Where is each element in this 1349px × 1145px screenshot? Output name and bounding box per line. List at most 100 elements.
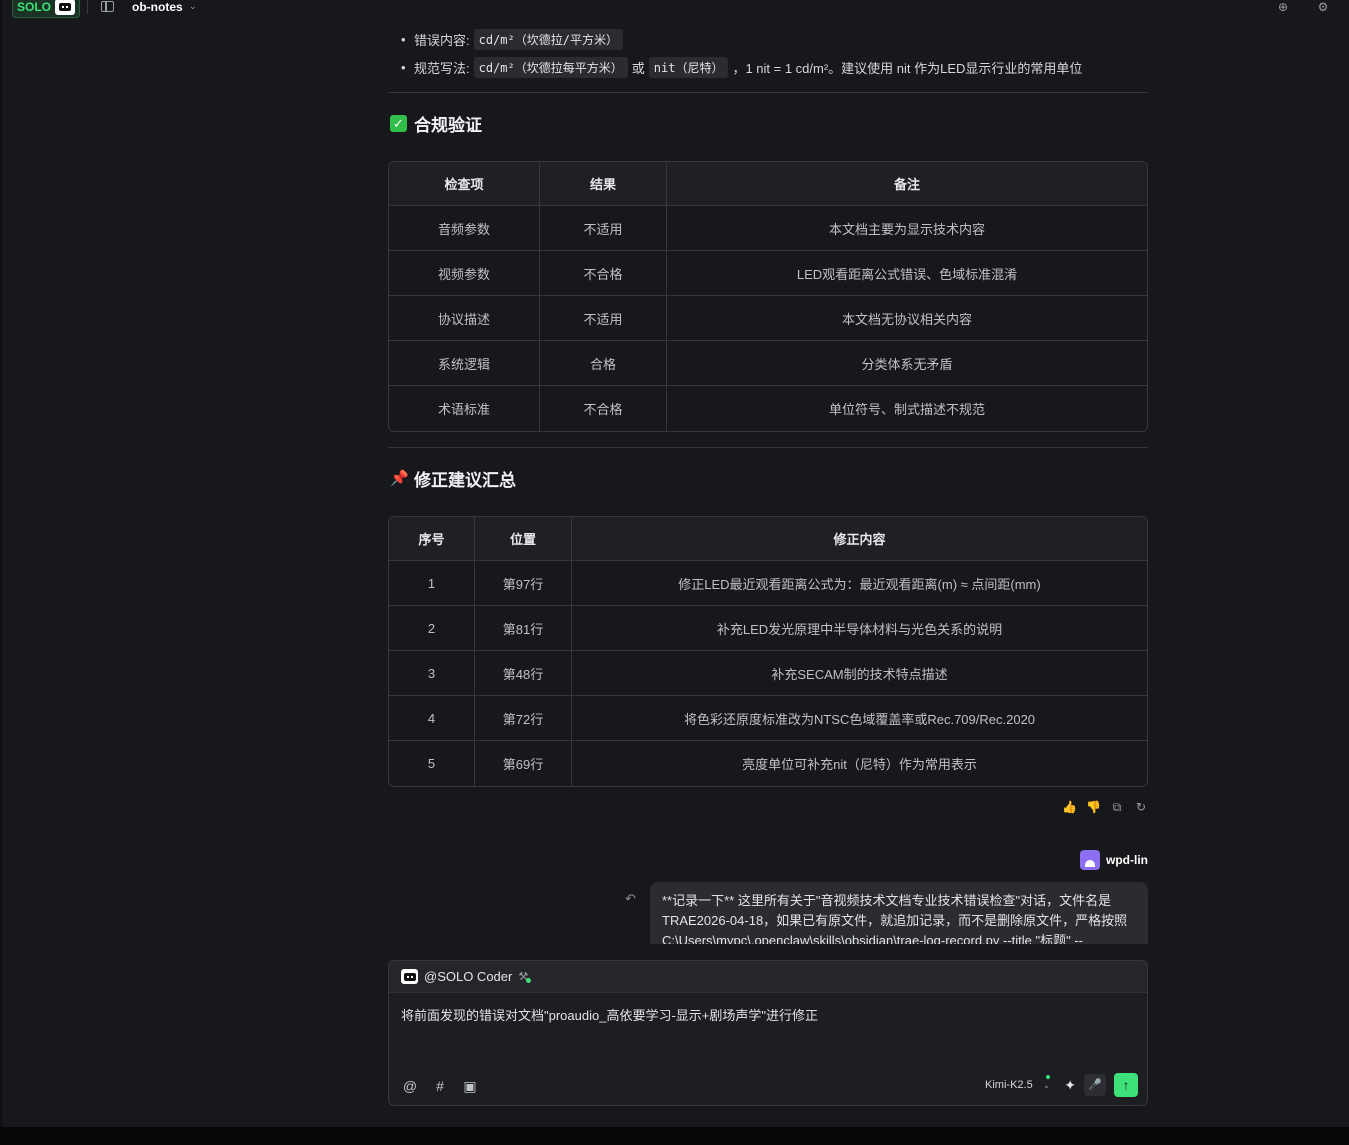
table-cell: 3 [389, 651, 475, 696]
compliance-table: 检查项 结果 备注 音频参数 不适用 本文档主要为显示技术内容 视频参数 不合格… [388, 161, 1148, 432]
table-row: 协议描述 不适用 本文档无协议相关内容 [389, 296, 1147, 341]
hash-icon[interactable]: # [432, 1078, 448, 1094]
table-cell: 术语标准 [389, 386, 540, 431]
table-header: 修正内容 [572, 517, 1147, 561]
agent-mention[interactable]: @SOLO Coder [424, 969, 512, 984]
table-header: 备注 [667, 162, 1147, 206]
table-cell: 不适用 [540, 296, 667, 341]
thumbs-up-icon[interactable]: 👍 [1062, 800, 1077, 814]
table-cell: 不适用 [540, 206, 667, 251]
table-header: 序号 [389, 517, 475, 561]
table-cell: 第48行 [475, 651, 572, 696]
table-cell: 修正LED最近观看距离公式为：最近观看距离(m) ≈ 点间距(mm) [572, 561, 1147, 606]
solo-label: SOLO [17, 0, 52, 14]
table-cell: 不合格 [540, 251, 667, 296]
composer-input[interactable]: 将前面发现的错误对文档"proaudio_高依要学习-显示+剧场声学"进行修正 [401, 1005, 818, 1024]
user-message-bubble: **记录一下** 这里所有关于"音视频技术文档专业技术错误检查"对话，文件名是 … [650, 882, 1148, 944]
topbar-divider [87, 0, 88, 14]
table-cell: 第97行 [475, 561, 572, 606]
table-header-row: 序号 位置 修正内容 [389, 517, 1147, 561]
bullet-correct-form: 规范写法: cd/m²（坎德拉每平方米） 或 nit（尼特） ，1 nit = … [401, 57, 1083, 78]
regenerate-icon[interactable]: ↻ [1134, 800, 1148, 814]
tools-icon[interactable]: ⚒ [518, 970, 532, 983]
table-row: 系统逻辑 合格 分类体系无矛盾 [389, 341, 1147, 386]
table-cell: 1 [389, 561, 475, 606]
pushpin-icon: 📌 [390, 470, 409, 487]
table-cell: 系统逻辑 [389, 341, 540, 386]
fixes-title: 修正建议汇总 [414, 471, 516, 490]
table-cell: 2 [389, 606, 475, 651]
table-cell: 单位符号、制式描述不规范 [828, 402, 985, 417]
table-row: 音频参数 不适用 本文档主要为显示技术内容 [389, 206, 1147, 251]
table-row: 4 第72行 将色彩还原度标准改为NTSC色域覆盖率或Rec.709/Rec.2… [389, 696, 1147, 741]
thumbs-down-icon[interactable]: 👎 [1086, 800, 1101, 814]
table-cell: 音频参数 [389, 206, 540, 251]
username: wpd-lin [1106, 853, 1148, 867]
send-button[interactable]: ↑ [1114, 1073, 1138, 1097]
table-cell: 第72行 [475, 696, 572, 741]
table-cell: 本文档主要为显示技术内容 [667, 206, 1147, 251]
model-selector[interactable]: Kimi-K2.5 [985, 1075, 1050, 1091]
divider [388, 447, 1148, 448]
message-line: TRAE2026-04-18，如果已有原文件，就追加记录，而不是删除原文件，严格… [662, 913, 1128, 928]
project-name[interactable]: ob-notes [132, 0, 183, 14]
bottom-band [0, 1127, 1349, 1145]
avatar [1080, 850, 1100, 870]
window-edge [0, 0, 2, 1145]
table-cell: LED观看距离公式错误、色域标准混淆 [667, 251, 1147, 296]
gear-icon[interactable]: ⚙ [1316, 0, 1330, 14]
image-icon[interactable]: ▣ [462, 1078, 478, 1094]
at-mention-icon[interactable]: @ [402, 1078, 418, 1094]
table-row: 1 第97行 修正LED最近观看距离公式为：最近观看距离(m) ≈ 点间距(mm… [389, 561, 1147, 606]
table-cell: 补充SECAM制的技术特点描述 [572, 651, 1147, 696]
composer-header: @SOLO Coder ⚒ [389, 961, 1147, 993]
bullet-or: 或 [631, 61, 645, 76]
undo-icon[interactable]: ↶ [625, 891, 636, 907]
inline-code: cd/m²（坎德拉/平方米） [473, 29, 623, 50]
table-cell: 亮度单位可补充nit（尼特）作为常用表示 [742, 757, 977, 772]
solo-mode-badge[interactable]: SOLO [12, 0, 81, 18]
fixes-heading: 📌 修正建议汇总 [390, 466, 516, 491]
user-header: wpd-lin [1080, 850, 1148, 870]
table-row: 3 第48行 补充SECAM制的技术特点描述 [389, 651, 1147, 696]
message-line: C:\Users\mypc\.openclaw\skills\obsidian\… [662, 933, 1084, 944]
message-line: **记录一下** 这里所有关于"音视频技术文档专业技术错误检查"对话，文件名是 [662, 893, 1112, 908]
table-cell: 不合格 [540, 386, 667, 431]
compliance-heading: ✓ 合规验证 [390, 111, 482, 136]
chevron-down-icon[interactable]: ⌄ [1043, 1080, 1051, 1091]
chevron-down-icon[interactable]: ⌄ [189, 1, 197, 12]
table-cell: 分类体系无矛盾 [667, 341, 1147, 386]
composer-tools: @ # ▣ [402, 1078, 478, 1094]
bullet-label: 错误内容: [414, 33, 470, 48]
copy-icon[interactable]: ⧉ [1110, 800, 1124, 814]
table-header-row: 检查项 结果 备注 [389, 162, 1147, 206]
table-cell: 第69行 [475, 741, 572, 786]
bullet-error-content: 错误内容: cd/m²（坎德拉/平方米） [401, 29, 627, 50]
message-actions: 👍 👎 ⧉ ↻ [1062, 800, 1148, 814]
table-row: 视频参数 不合格 LED观看距离公式错误、色域标准混淆 [389, 251, 1147, 296]
bullet-tail: ，1 nit = 1 cd/m²。建议使用 nit 作为LED显示行业的常用单位 [732, 61, 1083, 76]
table-header: 检查项 [389, 162, 540, 206]
bullet-label: 规范写法: [414, 61, 470, 76]
microphone-button[interactable]: 🎤 [1084, 1074, 1106, 1096]
inline-code: cd/m²（坎德拉每平方米） [473, 57, 628, 78]
table-cell: 合格 [540, 341, 667, 386]
table-row: 术语标准 不合格 单位符号、制式描述不规范 [389, 386, 1147, 431]
sparkle-icon[interactable]: ✦ [1064, 1077, 1076, 1094]
new-chat-icon[interactable]: ⊕ [1276, 0, 1290, 14]
table-row: 2 第81行 补充LED发光原理中半导体材料与光色关系的说明 [389, 606, 1147, 651]
table-header: 结果 [540, 162, 667, 206]
solo-coder-icon [401, 969, 418, 984]
divider [388, 92, 1148, 93]
composer-actions: Kimi-K2.5 ⌄ ✦ 🎤 ↑ [985, 1073, 1138, 1097]
table-cell: 视频参数 [389, 251, 540, 296]
table-cell: 补充LED发光原理中半导体材料与光色关系的说明 [572, 606, 1147, 651]
table-cell: 第81行 [475, 606, 572, 651]
solo-bot-icon [55, 0, 76, 15]
table-cell: 将色彩还原度标准改为NTSC色域覆盖率或Rec.709/Rec.2020 [572, 696, 1147, 741]
sidebar-toggle-icon[interactable] [101, 1, 114, 12]
table-cell: 本文档无协议相关内容 [667, 296, 1147, 341]
composer: @SOLO Coder ⚒ 将前面发现的错误对文档"proaudio_高依要学习… [388, 960, 1148, 1106]
table-row: 5 第69行 亮度单位可补充nit（尼特）作为常用表示 [389, 741, 1147, 786]
table-cell: 协议描述 [389, 296, 540, 341]
